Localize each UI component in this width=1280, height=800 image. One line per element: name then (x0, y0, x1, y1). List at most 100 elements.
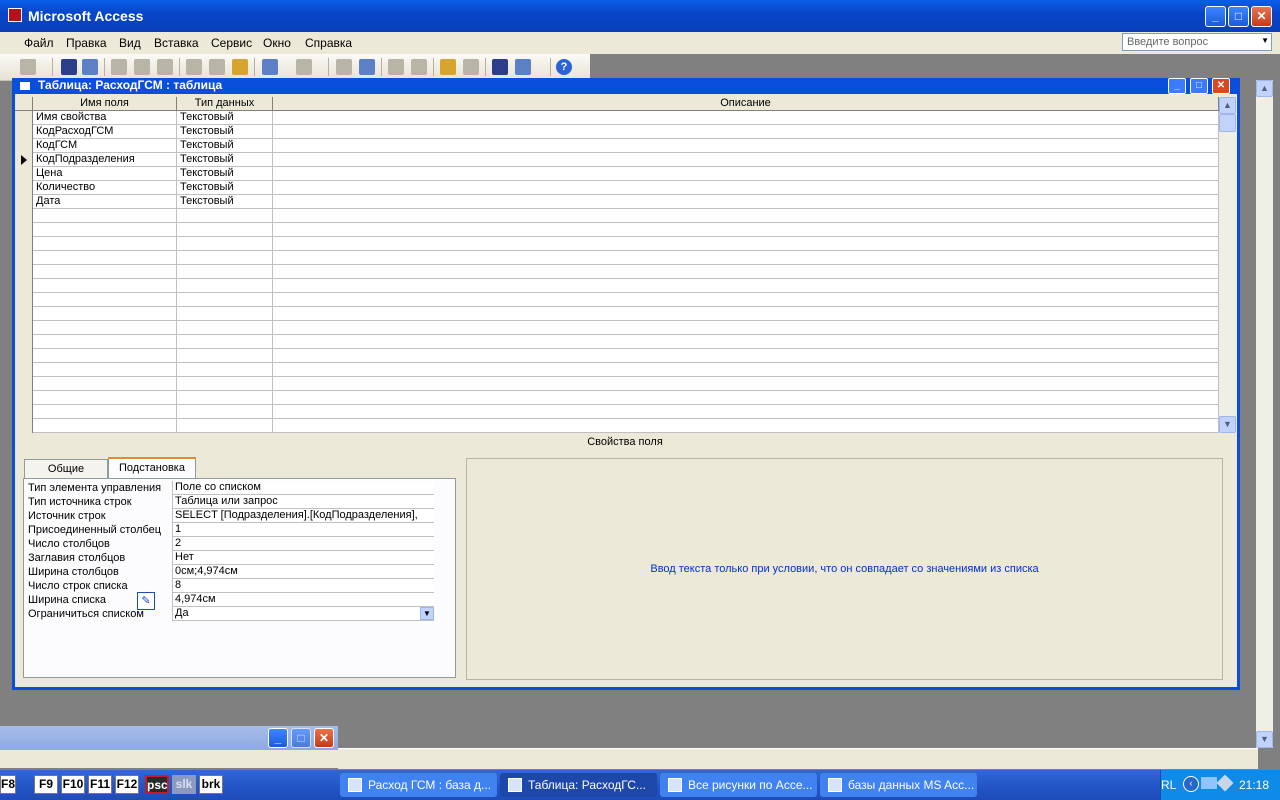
data-type-cell[interactable] (177, 377, 273, 391)
row-selector[interactable] (15, 363, 33, 377)
data-type-cell[interactable] (177, 307, 273, 321)
properties-icon[interactable] (440, 59, 456, 75)
ask-question-input[interactable]: Введите вопрос ▼ (1122, 33, 1272, 51)
volume-icon[interactable] (1216, 774, 1234, 792)
database-window-icon[interactable] (492, 59, 508, 75)
primary-key-icon[interactable] (336, 59, 352, 75)
description-cell[interactable] (273, 391, 1219, 405)
field-name-cell[interactable] (33, 321, 177, 335)
table-row[interactable] (15, 293, 1219, 307)
data-type-cell[interactable] (177, 265, 273, 279)
tab-lookup[interactable]: Подстановка (108, 457, 196, 479)
description-cell[interactable] (273, 293, 1219, 307)
property-value[interactable]: 0см;4,974см (172, 565, 434, 579)
description-cell[interactable] (273, 153, 1219, 167)
table-row[interactable] (15, 349, 1219, 363)
data-type-cell[interactable]: Текстовый (177, 167, 273, 181)
row-selector[interactable] (15, 195, 33, 209)
table-row[interactable] (15, 419, 1219, 433)
field-name-cell[interactable]: КодРасходГСМ (33, 125, 177, 139)
row-selector[interactable] (15, 167, 33, 181)
data-type-cell[interactable] (177, 237, 273, 251)
field-name-cell[interactable] (33, 363, 177, 377)
description-cell[interactable] (273, 279, 1219, 293)
row-selector[interactable] (15, 279, 33, 293)
data-type-cell[interactable] (177, 419, 273, 433)
table-row[interactable] (15, 391, 1219, 405)
table-row[interactable]: Количество Текстовый (15, 181, 1219, 195)
description-cell[interactable] (273, 377, 1219, 391)
view-icon[interactable] (20, 59, 36, 75)
data-type-cell[interactable] (177, 209, 273, 223)
table-row[interactable] (15, 405, 1219, 419)
new-object-icon[interactable] (515, 59, 531, 75)
property-value[interactable]: Да ▼ (172, 607, 434, 621)
description-cell[interactable] (273, 195, 1219, 209)
property-value[interactable]: 4,974см (172, 593, 434, 607)
description-cell[interactable] (273, 223, 1219, 237)
field-name-cell[interactable] (33, 265, 177, 279)
doc-minimize-button[interactable]: _ (1168, 78, 1186, 94)
insert-rows-icon[interactable] (388, 59, 404, 75)
table-row[interactable] (15, 237, 1219, 251)
table-row[interactable]: КодПодразделения Текстовый (15, 153, 1219, 167)
table-row[interactable] (15, 209, 1219, 223)
field-name-cell[interactable] (33, 349, 177, 363)
save-icon[interactable] (61, 59, 77, 75)
row-selector[interactable] (15, 111, 33, 125)
row-selector[interactable] (15, 293, 33, 307)
data-type-cell[interactable]: Текстовый (177, 139, 273, 153)
row-selector[interactable] (15, 209, 33, 223)
app-scrollbar[interactable]: ▲ ▼ (1256, 80, 1273, 748)
row-selector[interactable] (15, 153, 33, 167)
property-value[interactable]: SELECT [Подразделения].[КодПодразделения… (172, 509, 434, 523)
property-value[interactable]: 2 (172, 537, 434, 551)
row-selector[interactable] (15, 237, 33, 251)
field-name-cell[interactable] (33, 279, 177, 293)
field-name-cell[interactable] (33, 307, 177, 321)
data-type-cell[interactable]: Текстовый (177, 181, 273, 195)
description-cell[interactable] (273, 125, 1219, 139)
spelling-icon[interactable] (157, 59, 173, 75)
field-name-cell[interactable] (33, 377, 177, 391)
scroll-thumb[interactable] (1219, 114, 1236, 132)
language-indicator[interactable]: RL (1161, 778, 1176, 792)
field-name-cell[interactable]: Имя свойства (33, 111, 177, 125)
taskbar-button[interactable]: Все рисунки по Acce... (660, 773, 817, 797)
row-selector[interactable] (15, 321, 33, 335)
description-cell[interactable] (273, 139, 1219, 153)
field-name-cell[interactable]: КодПодразделения (33, 153, 177, 167)
key-f8[interactable]: F8 (0, 775, 16, 794)
dropdown-arrow-icon[interactable]: ▼ (420, 607, 434, 620)
property-value[interactable]: 8 (172, 579, 434, 593)
key-f11[interactable]: F11 (88, 775, 112, 794)
build-button-icon[interactable]: ✎ (137, 592, 155, 610)
indexes-icon[interactable] (359, 59, 375, 75)
table-row[interactable] (15, 377, 1219, 391)
description-cell[interactable] (273, 181, 1219, 195)
row-selector[interactable] (15, 125, 33, 139)
table-row[interactable]: КодГСМ Текстовый (15, 139, 1219, 153)
description-cell[interactable] (273, 251, 1219, 265)
search-icon[interactable] (82, 59, 98, 75)
property-value[interactable]: Таблица или запрос (172, 495, 434, 509)
key-psc[interactable]: psc (145, 775, 169, 794)
field-name-cell[interactable] (33, 237, 177, 251)
tray-expand-icon[interactable]: ‹ (1183, 776, 1199, 792)
description-cell[interactable] (273, 419, 1219, 433)
build-icon[interactable] (463, 59, 479, 75)
mini-close-button[interactable]: ✕ (314, 728, 334, 748)
menu-view[interactable]: Вид (119, 36, 141, 50)
field-name-cell[interactable] (33, 251, 177, 265)
data-type-cell[interactable] (177, 335, 273, 349)
mini-minimize-button[interactable]: _ (268, 728, 288, 748)
menu-window[interactable]: Окно (263, 36, 291, 50)
row-selector[interactable] (15, 265, 33, 279)
field-name-cell[interactable] (33, 391, 177, 405)
data-type-cell[interactable] (177, 405, 273, 419)
minimize-button[interactable]: _ (1205, 6, 1226, 27)
menu-file[interactable]: Файл (24, 36, 54, 50)
row-selector[interactable] (15, 335, 33, 349)
row-selector[interactable] (15, 419, 33, 433)
field-name-cell[interactable] (33, 335, 177, 349)
